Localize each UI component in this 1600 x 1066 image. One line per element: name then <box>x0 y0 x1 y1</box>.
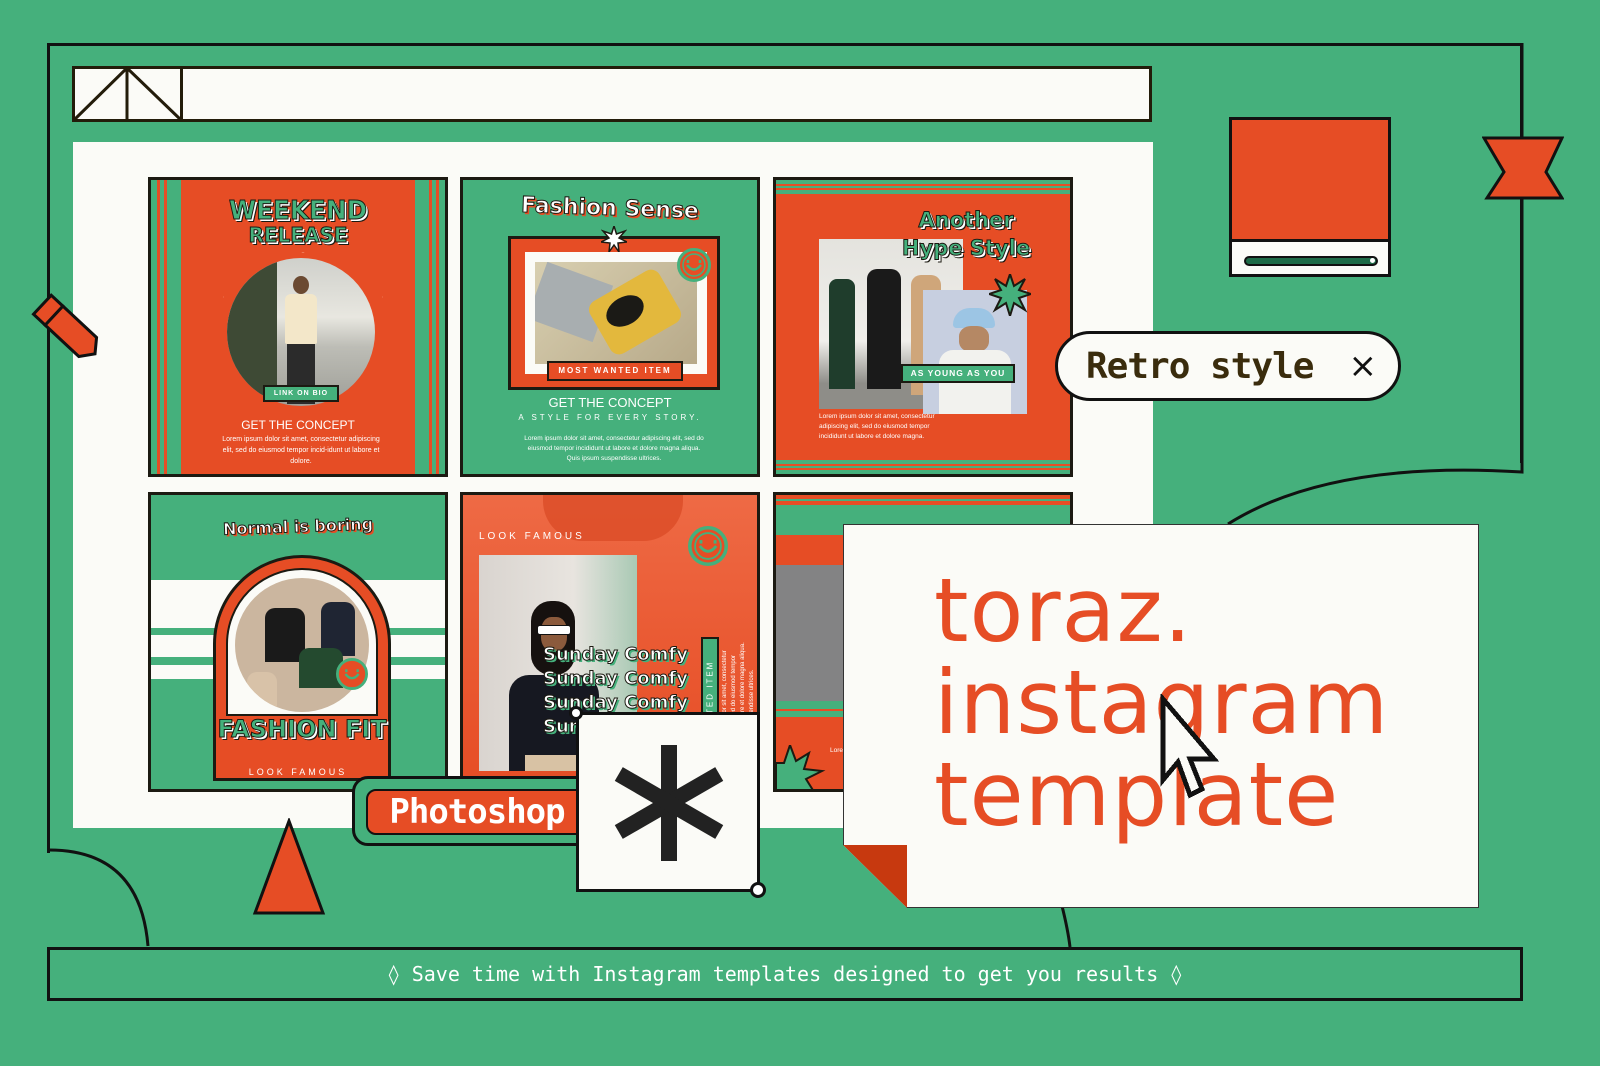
photoshop-chip[interactable]: Photoshop <box>352 776 600 846</box>
pointer-cursor-icon <box>1160 694 1220 799</box>
post-body: Lorem ipsum dolor sit amet, consectetur … <box>524 435 704 462</box>
footer-text: ◊ Save time with Instagram templates des… <box>387 962 1183 986</box>
most-wanted-tag: MOST WANTED ITEM <box>547 361 683 381</box>
window-title-bar <box>72 66 1152 122</box>
post-body: Lorem ipsum dolor sit amet, consectetur … <box>222 436 380 465</box>
post-headline: RELEASE <box>248 223 348 247</box>
post-kicker: LOOK FAMOUS <box>479 531 585 542</box>
starburst-icon <box>776 745 826 789</box>
starburst-icon <box>989 274 1031 316</box>
slider-knob[interactable] <box>1370 258 1375 263</box>
stripe-line <box>776 184 1070 186</box>
link-on-bio-button[interactable]: LINK ON BIO <box>263 385 339 402</box>
resize-handle-bottom-right[interactable] <box>750 882 766 898</box>
close-icon[interactable]: × <box>1349 346 1377 386</box>
photo-figure-1 <box>829 279 855 389</box>
post-headline: Normal is boring <box>222 514 374 539</box>
retro-style-chip[interactable]: Retro style × <box>1055 331 1401 401</box>
post-weekend-release[interactable]: WEEKEND RELEASE LINK ON BIO GET THE CONC… <box>148 177 448 477</box>
resize-handle-top-left[interactable] <box>569 706 583 720</box>
photo-group-sitting <box>235 578 369 712</box>
stripe-top <box>776 180 1070 194</box>
bowtie-icon <box>1482 136 1564 200</box>
stripe-line <box>776 464 1070 466</box>
smiley-icon <box>336 658 368 690</box>
photo-figure-head <box>293 276 309 294</box>
post-headline: WEEKEND <box>228 196 368 226</box>
photo-figure-shirt <box>285 294 317 344</box>
stripe-line <box>776 499 1070 501</box>
photo-figure-4 <box>247 672 277 712</box>
curve-bottom-right <box>1060 905 1072 948</box>
post-fashion-sense[interactable]: Fashion Sense MOST WANTED ITEM GET THE C… <box>460 177 760 477</box>
smiley-icon <box>677 248 711 282</box>
color-swatch <box>1232 120 1388 242</box>
post-another-hype-style[interactable]: Another Hype Style AS YOUNG AS YOU Lorem… <box>773 177 1073 477</box>
stripe-line <box>776 188 1070 190</box>
curve-right <box>1227 440 1524 526</box>
curve-bottom-left <box>48 848 150 947</box>
color-swatch-card <box>1229 117 1391 277</box>
photo-sneaker <box>535 262 697 364</box>
repeat-line: Sunday Comfy <box>543 644 689 666</box>
photo-foliage <box>227 258 277 406</box>
post-headline: Another <box>918 208 1014 233</box>
post-title: FASHION FIT <box>217 715 387 744</box>
repeat-line: Sunday Comfy <box>543 668 689 690</box>
progress-slider[interactable] <box>1244 256 1378 266</box>
smiley-icon <box>688 526 728 566</box>
footer-tagline-bar: ◊ Save time with Instagram templates des… <box>47 947 1523 1001</box>
post-tagline: A STYLE FOR EVERY STORY. <box>518 413 702 422</box>
as-young-as-you-tag: AS YOUNG AS YOU <box>901 364 1015 383</box>
starburst-icon <box>601 226 627 252</box>
title-line-brand: toraz. <box>934 559 1193 662</box>
photoshop-label: Photoshop <box>366 789 588 835</box>
post-headline: Hype Style <box>901 236 1031 261</box>
photo-figure-2 <box>867 269 901 389</box>
stripe-line <box>776 468 1070 470</box>
post-subtitle: GET THE CONCEPT <box>241 418 355 432</box>
stripe-bottom <box>776 460 1070 474</box>
photo-face <box>959 326 989 352</box>
photo-model-circle <box>227 258 375 406</box>
logo-mark-icon <box>72 66 183 122</box>
page-fold-corner <box>843 845 907 908</box>
post-fashion-fit[interactable]: Normal is boring FASHION FIT LOOK FAMOUS <box>148 492 448 792</box>
pencil-icon[interactable] <box>28 290 110 370</box>
triangle-icon <box>252 818 326 915</box>
post-headline: Fashion Sense <box>520 192 700 225</box>
asterisk-icon <box>614 745 724 861</box>
photo-sunglasses <box>537 625 571 635</box>
post-body: Lorem ipsum dolor sit amet, consectetur … <box>819 413 935 440</box>
asterisk-card[interactable] <box>576 712 760 892</box>
chip-label: Retro style <box>1086 345 1314 387</box>
post-subtitle: GET THE CONCEPT <box>548 395 672 410</box>
